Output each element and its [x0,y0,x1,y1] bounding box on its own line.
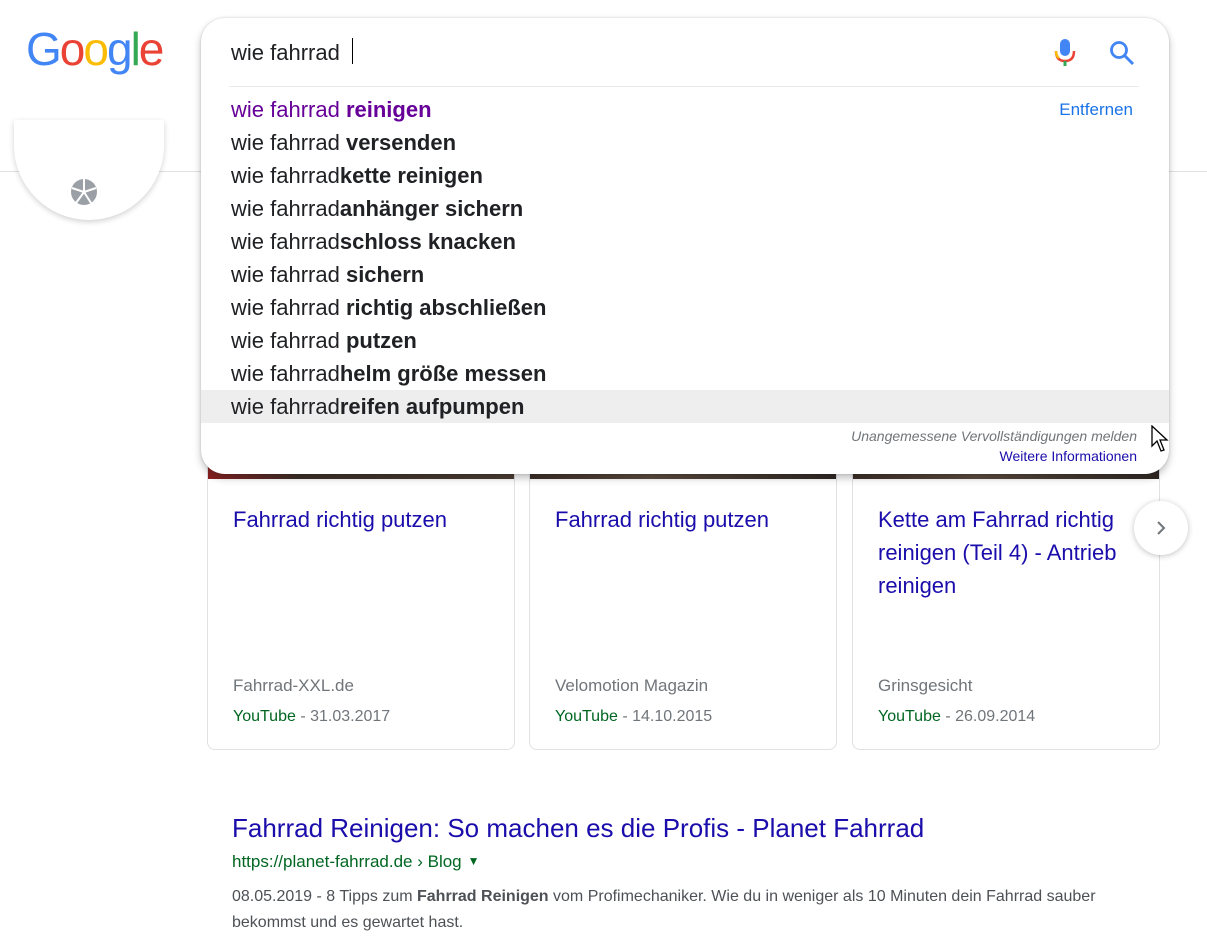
suggestion-item-hovered[interactable]: wie fahrradreifen aufpumpen [201,390,1169,423]
video-meta: YouTube - 26.09.2014 [878,708,1035,726]
google-search-page: Google Fahrrad richtig putzen Fahrrad-XX… [0,0,1207,936]
logo-letter-6: e [138,23,165,75]
chevron-right-icon [1157,521,1166,535]
video-title[interactable]: Fahrrad richtig putzen [233,503,492,536]
suggestion-completion: kette reinigen [339,163,483,188]
suggestion-completion: anhänger sichern [339,196,524,221]
video-meta: YouTube - 14.10.2015 [555,708,712,726]
suggestion-prefix: wie fahrrad [231,130,346,155]
suggestion-prefix: wie fahrrad [231,295,346,320]
video-source: Fahrrad-XXL.de [233,676,354,695]
more-info-link[interactable]: Weitere Informationen [1000,448,1137,464]
video-platform: YouTube [233,708,296,725]
text-caret [352,38,353,64]
suggestion-completion: versenden [345,130,457,155]
suggestion-item[interactable]: wie fahrrad sichern [201,258,1169,291]
suggestion-item[interactable]: wie fahrrad reinigen [201,93,1169,126]
video-card-1[interactable]: Fahrrad richtig putzen Fahrrad-XXL.de Yo… [207,440,515,750]
suggestion-completion: richtig abschließen [345,295,547,320]
suggestion-completion: schloss knacken [339,229,516,254]
suggestion-prefix: wie fahrrad [231,328,346,353]
suggestion-item[interactable]: wie fahrrad putzen [201,324,1169,357]
suggestion-completion: helm größe messen [339,361,547,386]
video-card-2[interactable]: Fahrrad richtig putzen Velomotion Magazi… [529,440,837,750]
result-url-text[interactable]: https://planet-fahrrad.de › Blog [232,852,462,871]
suggestion-prefix: wie fahrrad [231,394,340,419]
logo-letter-4: g [106,23,133,75]
microphone-icon[interactable] [1053,38,1077,68]
suggestion-prefix: wie fahrrad [231,97,346,122]
video-date: - 14.10.2015 [617,708,713,725]
video-title[interactable]: Kette am Fahrrad richtig reinigen (Teil … [878,503,1137,602]
suggestion-prefix: wie fahrrad [231,361,340,386]
suggestion-completion: putzen [345,328,417,353]
search-autocomplete-panel: Entfernen wie fahrrad reinigen wie fahrr… [201,18,1169,474]
search-divider [229,86,1139,87]
logo-letter-3: o [83,23,109,75]
video-platform: YouTube [555,708,618,725]
video-source: Grinsgesicht [878,676,973,695]
google-logo[interactable]: Google [26,23,165,75]
suggestion-completion: reinigen [345,97,432,122]
video-card-3[interactable]: Kette am Fahrrad richtig reinigen (Teil … [852,440,1160,750]
suggestion-prefix: wie fahrrad [231,163,340,188]
logo-letter-5: l [130,23,141,75]
video-source: Velomotion Magazin [555,676,709,695]
mouse-cursor-icon [1151,425,1169,452]
snippet-bold: Fahrrad Reinigen [417,888,549,905]
search-input[interactable] [231,36,1051,70]
result-snippet: 08.05.2019 - 8 Tipps zum Fahrrad Reinige… [232,884,1112,936]
search-icon[interactable] [1109,40,1135,66]
caret-down-icon[interactable]: ▼ [468,854,480,868]
video-meta: YouTube - 31.03.2017 [233,708,390,726]
logo-letter-1: G [26,23,62,75]
snippet-date: 08.05.2019 - 8 Tipps zum [232,888,417,905]
logo-letter-2: o [59,23,86,75]
suggestion-prefix: wie fahrrad [231,229,340,254]
suggestion-prefix: wie fahrrad [231,262,346,287]
carousel-next-button[interactable] [1134,501,1188,555]
side-panel-bubble[interactable] [14,120,164,220]
suggestion-item[interactable]: wie fahrradkette reinigen [201,159,1169,192]
result-title[interactable]: Fahrrad Reinigen: So machen es die Profi… [232,813,924,844]
video-date: - 31.03.2017 [295,708,391,725]
suggestion-item[interactable]: wie fahrradanhänger sichern [201,192,1169,225]
result-url[interactable]: https://planet-fahrrad.de › Blog ▼ [232,852,480,872]
suggestion-prefix: wie fahrrad [231,196,340,221]
video-date: - 26.09.2014 [940,708,1036,725]
suggestion-item[interactable]: wie fahrradschloss knacken [201,225,1169,258]
suggestion-item[interactable]: wie fahrradhelm größe messen [201,357,1169,390]
video-title[interactable]: Fahrrad richtig putzen [555,503,814,536]
aperture-icon [71,179,97,205]
suggestion-item[interactable]: wie fahrrad richtig abschließen [201,291,1169,324]
suggestion-completion: sichern [345,262,425,287]
suggestion-item[interactable]: wie fahrrad versenden [201,126,1169,159]
report-predictions-link[interactable]: Unangemessene Vervollständigungen melden [851,428,1137,444]
suggestion-completion: reifen aufpumpen [339,394,525,419]
video-platform: YouTube [878,708,941,725]
